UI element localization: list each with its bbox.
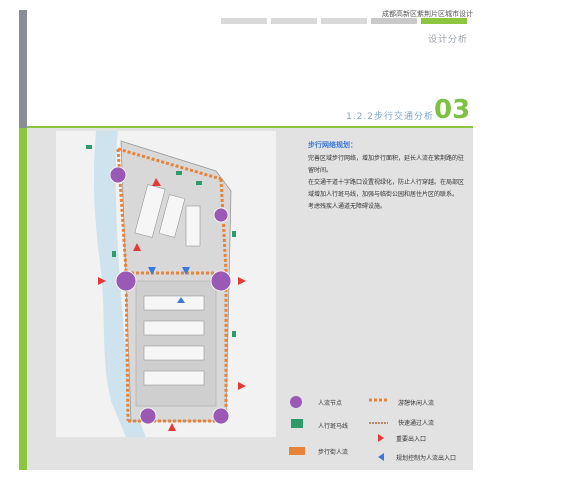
- planned-control-icon: [378, 453, 384, 461]
- project-title: 成都高新区紫荆片区城市设计: [382, 10, 473, 18]
- section-number: 03: [434, 95, 471, 125]
- description-line: 在交通干道十字路口设置视绿化，防止人行穿越。在局部区域增加人行斑马线，加强与临街…: [308, 179, 465, 198]
- legend-label: 人流节点: [318, 400, 343, 407]
- fast-pass-flow-icon: [369, 422, 388, 424]
- zebra-crossing-icon: [291, 419, 303, 428]
- legend-label: 步行街人流: [318, 449, 349, 456]
- left-gray-bar: [19, 10, 27, 128]
- legend-label: 快速通过人流: [398, 420, 435, 427]
- main-entrance-icon: [378, 434, 384, 442]
- pedestrian-street-flow-icon: [289, 447, 305, 455]
- description-title: 步行网络规划：: [308, 141, 357, 149]
- description-text: 完善区域步行网络，增加步行面积，延长人流在紫荆路的驻留时间。 在交通干道十字路口…: [308, 153, 466, 213]
- tourist-flow-icon: [369, 398, 388, 402]
- left-green-bar: [19, 128, 27, 470]
- legend-label: 人行斑马线: [318, 423, 349, 430]
- description-line: 考虑残疾人通道无障碍设施。: [308, 203, 387, 210]
- site-plan-map: [56, 131, 276, 437]
- page-subtitle: 设计分析: [427, 35, 468, 45]
- crowd-node-icon: [290, 396, 302, 408]
- legend-label: 游憩休闲人流: [398, 400, 435, 407]
- description-line: 完善区域步行网络，增加步行面积，延长人流在紫荆路的驻留时间。: [308, 155, 465, 174]
- section-title: 1.2.2步行交通分析: [346, 112, 434, 122]
- legend-label: 规划控制为人流出入口: [396, 455, 457, 462]
- legend-label: 重要出入口: [396, 436, 427, 443]
- header-tab: [221, 18, 267, 24]
- header-tab: [271, 18, 317, 24]
- header-tab: [321, 18, 367, 24]
